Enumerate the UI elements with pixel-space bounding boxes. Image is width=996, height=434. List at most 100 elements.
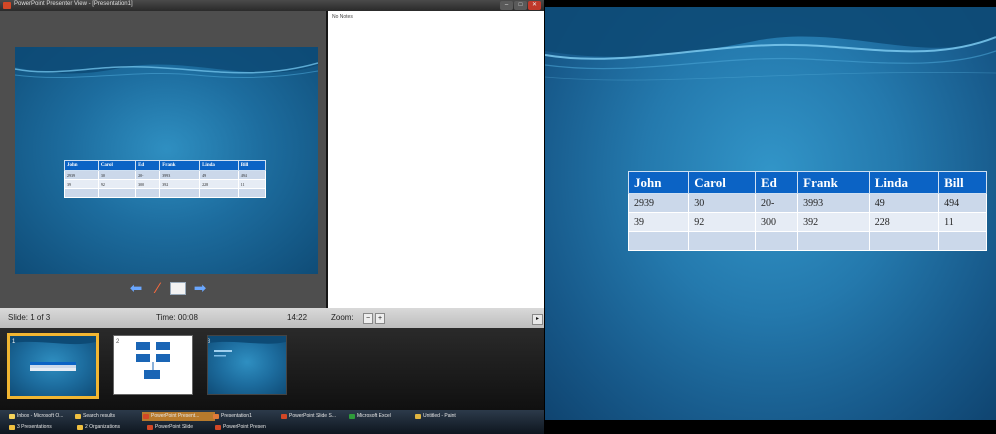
table-cell xyxy=(97,188,137,198)
slide-thumbnail-2[interactable]: 2 xyxy=(113,335,193,395)
table-header-cell: Frank xyxy=(797,171,870,194)
thumbnail-number: 3 xyxy=(207,339,211,345)
table-cell xyxy=(159,188,201,198)
table-header-cell: John xyxy=(627,171,690,194)
table-cell xyxy=(754,231,799,251)
table-cell: 20- xyxy=(754,193,799,213)
zoom-out-button[interactable]: − xyxy=(363,313,373,324)
table-cell: 3993 xyxy=(797,193,870,213)
window-title: PowerPoint Presenter View - [Presentatio… xyxy=(14,1,133,7)
taskbar-label: Inbox - Microsoft O... xyxy=(17,413,64,419)
table-cell: 494 xyxy=(938,193,987,213)
table-cell: 494 xyxy=(237,170,267,180)
table-cell: 39 xyxy=(64,179,99,189)
slide-thumbnail-3[interactable]: 3 xyxy=(207,335,287,395)
slide-data-table: John Carol Ed Frank Linda Bill 2939 30 2… xyxy=(627,171,987,251)
taskbar-label: 3 Presentations xyxy=(17,424,52,430)
table-header-cell: Linda xyxy=(199,160,239,171)
table-header-cell: Carol xyxy=(97,160,137,171)
table-header-cell: John xyxy=(64,160,99,171)
slide-wave-decoration xyxy=(545,7,996,81)
table-cell: 30 xyxy=(688,193,756,213)
notes-scroll-arrow-icon[interactable]: ▸ xyxy=(532,314,543,325)
table-cell: 2939 xyxy=(64,170,99,180)
taskbar-label: PowerPoint Slide xyxy=(155,424,194,430)
table-cell: 228 xyxy=(868,212,940,232)
clock-time: 14:22 xyxy=(287,313,308,322)
table-header-cell: Bill xyxy=(237,160,267,171)
taskbar-button[interactable]: 2 Organizations xyxy=(76,423,149,432)
taskbar-button[interactable]: PowerPoint Slide xyxy=(146,423,217,432)
table-header-cell: Linda xyxy=(868,171,940,194)
table-cell xyxy=(199,188,239,198)
slide-table-preview: John Carol Ed Frank Linda Bill 2939 30 2… xyxy=(64,160,267,198)
taskbar-button[interactable]: Microsoft Excel xyxy=(348,412,417,421)
thumbnail-number: 1 xyxy=(12,339,16,345)
taskbar-button[interactable]: 3 Presentations xyxy=(8,423,79,432)
table-header-cell: Frank xyxy=(159,160,201,171)
status-bar: Slide: 1 of 3 Time: 00:08 14:22 Zoom: − … xyxy=(0,308,544,328)
taskbar-button[interactable]: Inbox - Microsoft O... xyxy=(8,412,77,421)
pen-tool-button[interactable]: ∕ xyxy=(148,279,168,297)
table-row: 2939 30 20- 3993 49 494 xyxy=(627,193,987,213)
table-cell: 228 xyxy=(199,179,239,189)
previous-slide-button[interactable]: ⬅ xyxy=(126,279,146,297)
thumbnail-2-org-chart xyxy=(136,342,170,379)
taskbar-label: Presentation1 xyxy=(221,413,252,419)
table-row xyxy=(627,231,987,251)
table-cell xyxy=(237,188,267,198)
table-cell xyxy=(627,231,690,251)
pen-icon: ∕ xyxy=(156,279,160,297)
taskbar-label: PowerPoint Presen xyxy=(223,424,266,430)
table-cell: 392 xyxy=(797,212,870,232)
taskbar-label: Untitled - Paint xyxy=(423,413,456,419)
slide-wave-decoration xyxy=(15,47,318,79)
title-bar: PowerPoint Presenter View - [Presentatio… xyxy=(0,0,544,11)
presenter-view-window: PowerPoint Presenter View - [Presentatio… xyxy=(0,0,544,434)
taskbar-label: Microsoft Excel xyxy=(357,413,391,419)
table-row xyxy=(64,188,267,198)
zoom-in-button[interactable]: + xyxy=(375,313,385,324)
taskbar-button[interactable]: Presentation1 xyxy=(212,412,281,421)
speaker-notes-pane[interactable]: No Notes xyxy=(328,11,544,308)
table-row: 39 92 300 392 228 11 xyxy=(627,212,987,232)
slide-menu-icon xyxy=(170,281,186,295)
table-cell xyxy=(64,188,99,198)
notes-text: No Notes xyxy=(332,14,353,20)
arrow-left-icon: ⬅ xyxy=(129,280,143,297)
minimize-button[interactable]: – xyxy=(500,1,513,10)
taskbar-button-active[interactable]: PowerPoint Present... xyxy=(142,412,215,421)
close-button[interactable]: ✕ xyxy=(528,1,541,10)
table-cell: 49 xyxy=(868,193,940,213)
thumbnail-1-graphic xyxy=(10,336,96,371)
table-header-cell: Ed xyxy=(135,160,161,171)
table-cell: 30 xyxy=(97,170,137,180)
table-header-cell: Ed xyxy=(754,171,799,194)
table-header-cell: Bill xyxy=(938,171,987,194)
elapsed-time: Time: 00:08 xyxy=(156,313,198,322)
table-cell xyxy=(797,231,870,251)
current-slide-preview[interactable]: John Carol Ed Frank Linda Bill 2939 30 2… xyxy=(15,47,318,274)
table-header-cell: Carol xyxy=(688,171,756,194)
table-cell: 20- xyxy=(135,170,161,180)
table-cell: 39 xyxy=(627,212,690,232)
thumbnail-number: 2 xyxy=(116,339,120,345)
maximize-button[interactable]: □ xyxy=(514,1,527,10)
slide-thumbnail-1[interactable]: 1 xyxy=(7,333,99,399)
current-slide-pane: John Carol Ed Frank Linda Bill 2939 30 2… xyxy=(0,11,326,308)
zoom-label: Zoom: xyxy=(331,313,354,322)
taskbar-button[interactable]: PowerPoint Slide S... xyxy=(280,412,351,421)
table-cell: 92 xyxy=(97,179,137,189)
table-cell: 92 xyxy=(688,212,756,232)
table-cell xyxy=(688,231,756,251)
table-cell: 300 xyxy=(135,179,161,189)
table-cell: 300 xyxy=(754,212,799,232)
slide-show-screen[interactable]: John Carol Ed Frank Linda Bill 2939 30 2… xyxy=(545,7,996,420)
slide-menu-button[interactable] xyxy=(168,279,188,297)
taskbar-button[interactable]: Search results xyxy=(74,412,145,421)
table-cell: 11 xyxy=(938,212,987,232)
taskbar-button[interactable]: PowerPoint Presen xyxy=(214,423,285,432)
taskbar-button[interactable]: Untitled - Paint xyxy=(414,412,479,421)
table-cell xyxy=(938,231,987,251)
next-slide-button[interactable]: ➡ xyxy=(190,279,210,297)
